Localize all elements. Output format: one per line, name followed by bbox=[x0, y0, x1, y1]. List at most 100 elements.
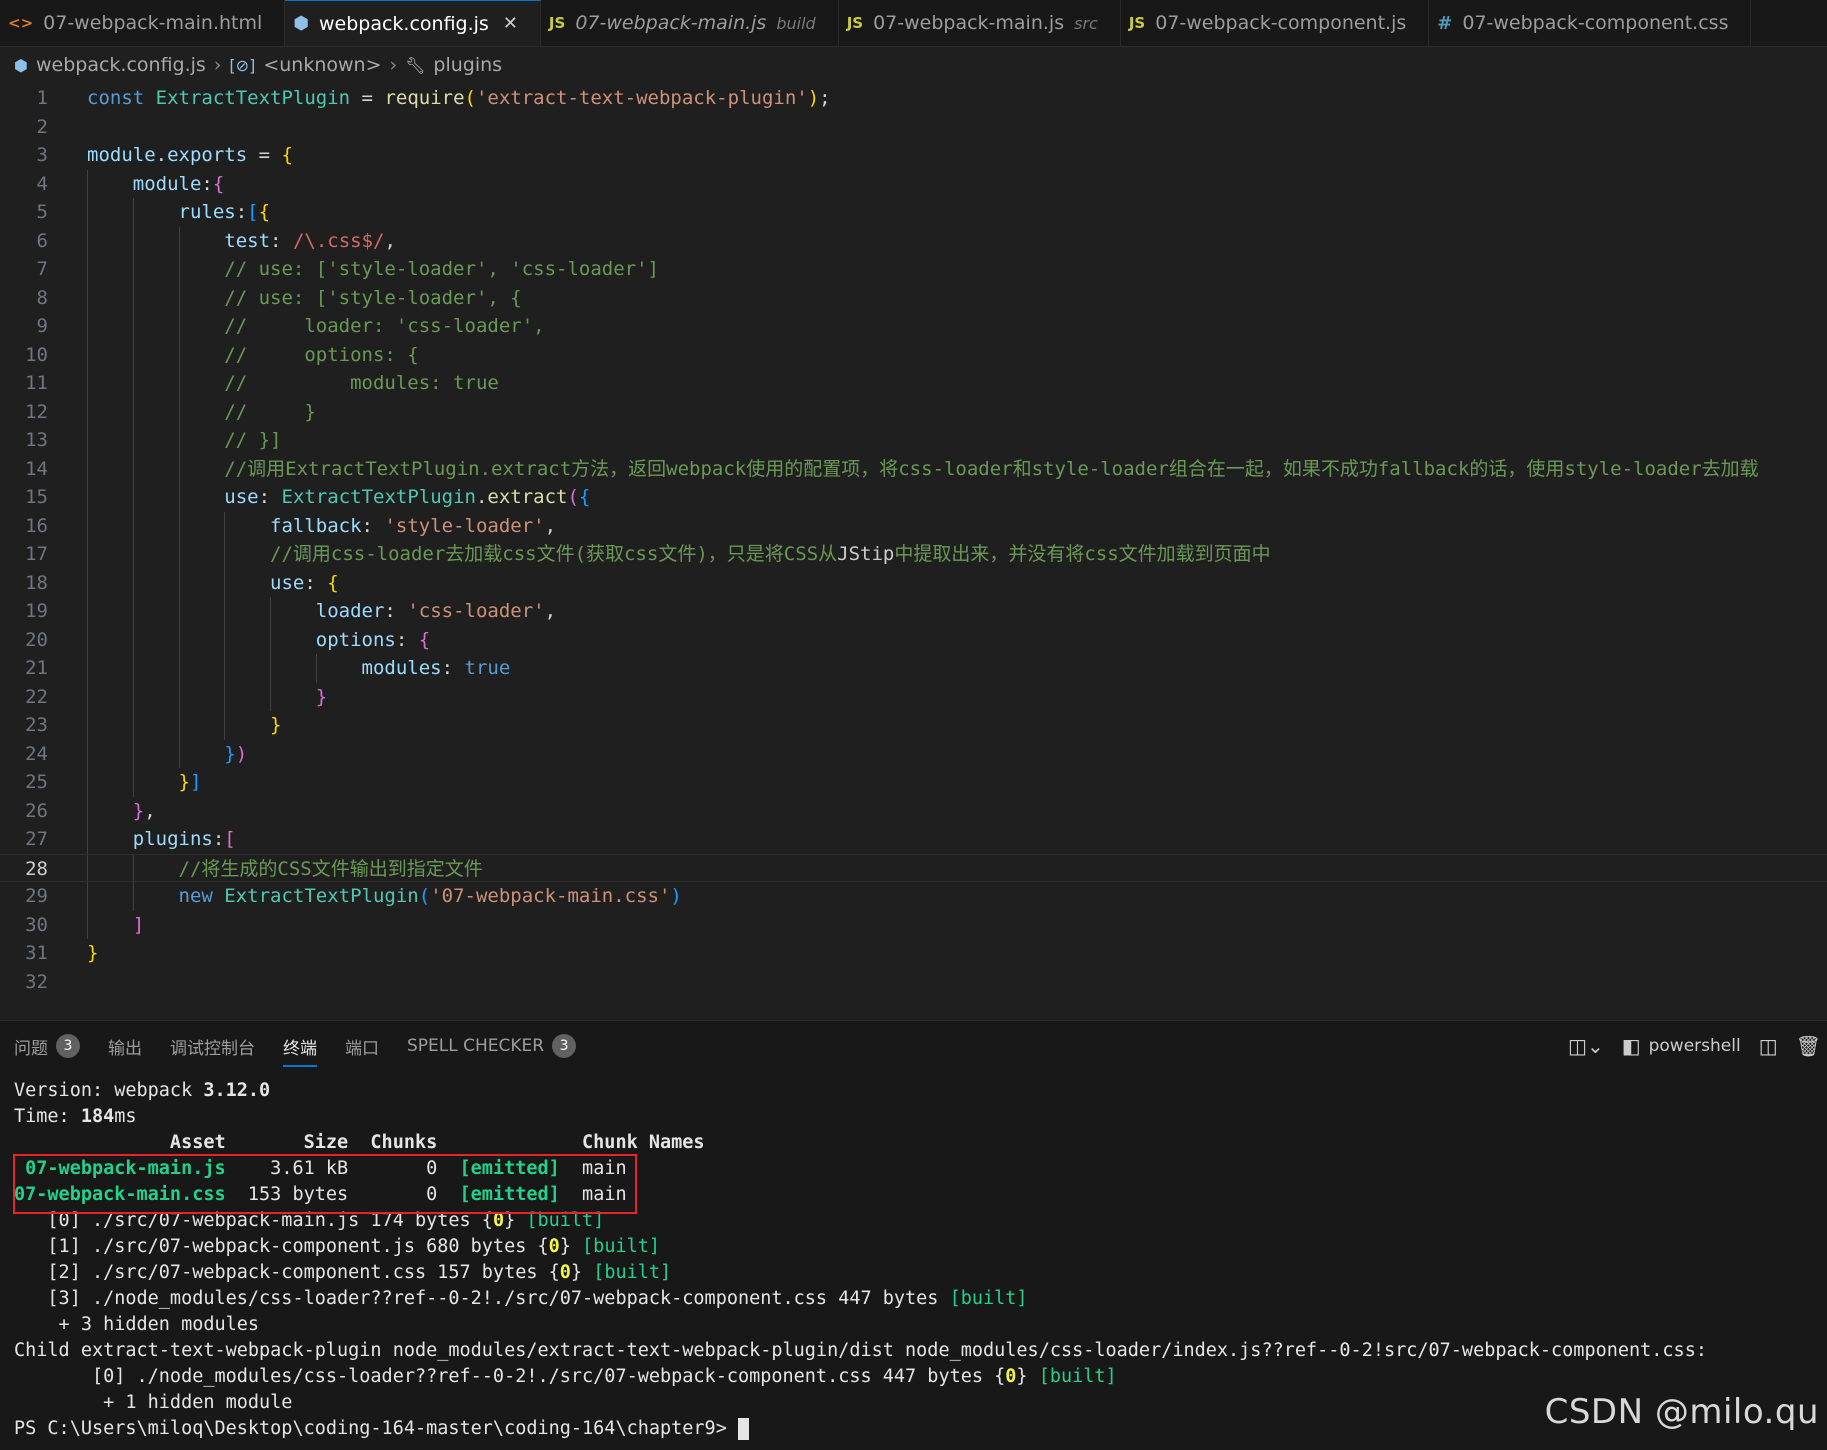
terminal-text: Child extract-text-webpack-plugin node_m… bbox=[14, 1340, 1707, 1361]
panel-tab-bar: 问题 3 输出 调试控制台 终端 端口 SPELL CHECKER 3 bbox=[0, 1021, 1827, 1071]
code-text: } bbox=[87, 711, 281, 740]
panel-tab-label: 终端 bbox=[283, 1034, 317, 1067]
line-number: 4 bbox=[36, 172, 48, 195]
code-line: 3 module.exports = { bbox=[0, 141, 1827, 170]
line-number: 14 bbox=[25, 457, 48, 480]
code-token: ( bbox=[464, 87, 476, 109]
panel-tab[interactable]: 端口 bbox=[331, 1021, 393, 1071]
terminal-line: + 3 hidden modules bbox=[0, 1312, 1827, 1338]
terminal-text: [3] ./node_modules/css-loader??ref--0-2!… bbox=[14, 1288, 950, 1309]
terminal-text: [built] bbox=[526, 1210, 605, 1231]
line-number: 30 bbox=[25, 913, 48, 936]
editor-tab[interactable]: JS 07-webpack-component.js bbox=[1121, 0, 1430, 46]
terminal-text: [2] ./src/07-webpack-component.css 157 b… bbox=[14, 1262, 560, 1283]
editor-tab-label: 07-webpack-main.js bbox=[873, 12, 1065, 34]
code-editor[interactable]: 1 const ExtractTextPlugin = require('extr… bbox=[0, 84, 1827, 1020]
editor-tab[interactable]: JS 07-webpack-main.js src bbox=[839, 0, 1121, 46]
code-token: = bbox=[350, 87, 385, 109]
panel-tab[interactable]: 终端 bbox=[269, 1021, 331, 1071]
line-number: 21 bbox=[25, 657, 48, 679]
code-line: 32 bbox=[0, 968, 1827, 997]
code-token: require bbox=[384, 87, 465, 109]
panel-tab[interactable]: 调试控制台 bbox=[156, 1021, 269, 1071]
code-token: module bbox=[87, 144, 156, 166]
panel-tab[interactable]: 问题 3 bbox=[0, 1021, 94, 1071]
code-token: 'css-loader' bbox=[407, 600, 545, 622]
code-token: // loader: 'css-loader', bbox=[224, 315, 545, 337]
panel-tab[interactable]: 输出 bbox=[94, 1021, 156, 1071]
close-icon[interactable]: ✕ bbox=[503, 13, 518, 34]
terminal-panel-icon: ◧ bbox=[1621, 1034, 1641, 1058]
code-line: 18 use: { bbox=[0, 568, 1827, 597]
code-line: 4 module:{ bbox=[0, 169, 1827, 198]
line-number: 10 bbox=[25, 343, 48, 366]
code-token: // }] bbox=[224, 429, 282, 451]
code-text: const ExtractTextPlugin = require('extra… bbox=[87, 84, 831, 113]
css-file-icon: # bbox=[1437, 12, 1453, 34]
terminal-text: [0] ./node_modules/css-loader??ref--0-2!… bbox=[14, 1366, 1006, 1387]
terminal-shell-selector[interactable]: ◧ powershell bbox=[1622, 1034, 1741, 1058]
terminal-text: main bbox=[559, 1158, 627, 1179]
line-number: 29 bbox=[25, 885, 48, 907]
code-token: fallback bbox=[270, 514, 362, 537]
trash-icon[interactable]: 🗑︎ bbox=[1796, 1034, 1821, 1058]
code-token: : bbox=[441, 657, 465, 679]
line-number: 12 bbox=[25, 400, 48, 423]
code-token: 中提取出来，并没有将css文件加载到页面中 bbox=[894, 543, 1271, 565]
editor-tab[interactable]: <> 07-webpack-main.html bbox=[0, 0, 286, 46]
line-number: 18 bbox=[25, 571, 48, 594]
terminal-line: [0] ./src/07-webpack-main.js 174 bytes {… bbox=[0, 1208, 1827, 1234]
terminal-text: [built] bbox=[582, 1236, 661, 1257]
code-text: //将生成的CSS文件输出到指定文件 bbox=[87, 855, 483, 884]
panel-tab[interactable]: SPELL CHECKER 3 bbox=[393, 1021, 590, 1071]
split-terminal-icon[interactable]: ◫ bbox=[1759, 1034, 1778, 1058]
editor-tab-description: build bbox=[776, 13, 816, 33]
code-token: true bbox=[464, 657, 511, 679]
code-token: //调用css-loader去加载css文件(获取css文件)，只是将CSS从 bbox=[270, 543, 838, 565]
breadcrumb-property[interactable]: plugins bbox=[433, 54, 502, 76]
code-token: [ bbox=[224, 828, 236, 850]
code-text: // options: { bbox=[87, 341, 418, 370]
code-line: 13 // }] bbox=[0, 426, 1827, 455]
split-layout-dropdown-icon[interactable]: ◫⌄ bbox=[1568, 1034, 1604, 1058]
editor-tab[interactable]: ⬢ webpack.config.js ✕ bbox=[285, 0, 541, 46]
line-number: 20 bbox=[25, 628, 48, 651]
code-token: /\.css$/ bbox=[292, 229, 385, 252]
breadcrumb-file[interactable]: webpack.config.js bbox=[36, 54, 206, 76]
panel-tab-label: 输出 bbox=[108, 1038, 142, 1059]
code-text: // use: ['style-loader', { bbox=[87, 284, 521, 313]
code-token: extract bbox=[487, 486, 568, 508]
code-token: test bbox=[224, 229, 271, 252]
terminal-text: 153 bytes 0 bbox=[225, 1184, 460, 1205]
terminal-text: [built] bbox=[1038, 1366, 1117, 1387]
code-token: module bbox=[132, 172, 202, 195]
code-token: } bbox=[270, 714, 282, 736]
code-line: 21 modules: true bbox=[0, 654, 1827, 683]
bottom-panel: 问题 3 输出 调试控制台 终端 端口 SPELL CHECKER 3 ◫⌄ ◧ powers… bbox=[0, 1020, 1827, 1450]
code-text: loader: 'css-loader', bbox=[87, 597, 556, 626]
terminal-text: Version: webpack bbox=[14, 1080, 204, 1101]
code-line: 20 options: { bbox=[0, 625, 1827, 654]
code-token: , bbox=[144, 799, 156, 822]
editor-tab[interactable]: #07-webpack-component.css bbox=[1429, 0, 1752, 46]
code-token: JStip bbox=[837, 543, 895, 565]
terminal-text: } bbox=[570, 1262, 594, 1283]
code-token: exports bbox=[167, 144, 248, 166]
webpack-file-icon: ⬢ bbox=[293, 13, 309, 34]
terminal-text: 07-webpack-main.js bbox=[14, 1158, 226, 1179]
code-token: ] bbox=[189, 771, 202, 793]
breadcrumb-symbol[interactable]: <unknown> bbox=[263, 54, 381, 76]
editor-tab[interactable]: JS 07-webpack-main.js build bbox=[541, 0, 839, 46]
code-line: 14 //调用ExtractTextPlugin.extract方法，返回web… bbox=[0, 454, 1827, 483]
terminal-line: 07-webpack-main.css 153 bytes 0 [emitted… bbox=[0, 1182, 1827, 1208]
